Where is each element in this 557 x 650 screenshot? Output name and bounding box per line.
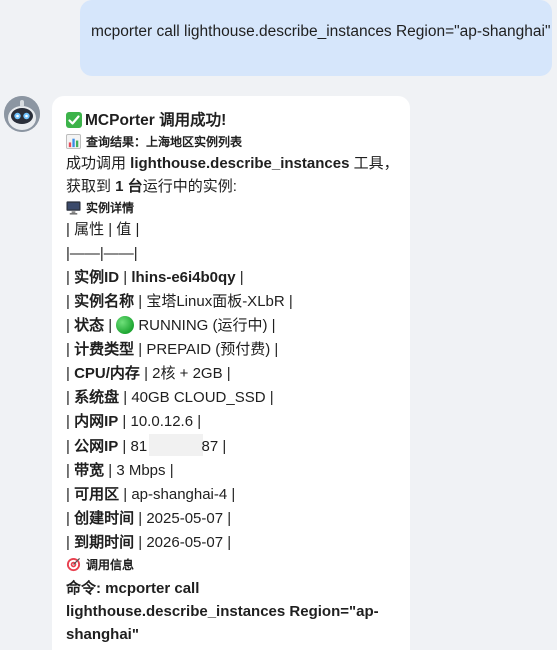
command-text: 命令: mcporter call lighthouse.describe_in… [66,580,379,643]
user-message-bubble: mcporter call lighthouse.describe_instan… [80,0,552,76]
table-header-row: | 属性 | 值 | [66,221,140,238]
instance-details-heading: 实例详情 [66,198,400,218]
chat-window: mcporter call lighthouse.describe_instan… [0,0,557,650]
call-info-heading: 调用信息 [66,555,400,575]
success-title: MCPorter 调用成功! [66,110,400,132]
query-result-heading: 查询结果：上海地区实例列表 [66,132,400,152]
user-message-text: mcporter call lighthouse.describe_instan… [91,23,551,40]
desktop-computer-icon [66,201,81,215]
table-row-system-disk: | 系统盘 | 40GB CLOUD_SSD | [66,389,274,406]
redacted-mask [149,434,204,456]
table-row-status: | 状态 | RUNNING (运行中) | [66,316,276,334]
table-row-cpu-memory: | CPU/内存 | 2核 + 2GB | [66,365,231,382]
check-mark-icon [66,112,82,128]
table-row-zone: | 可用区 | ap-shanghai-4 | [66,486,236,503]
table-row-bandwidth: | 带宽 | 3 Mbps | [66,462,174,479]
table-row-private-ip: | 内网IP | 10.0.12.6 | [66,413,202,430]
intro-paragraph: 成功调用 lighthouse.describe_instances 工具，获取… [66,155,399,195]
direct-hit-icon [66,557,81,572]
table-separator-row: |——|——| [66,245,138,262]
table-row-instance-name: | 实例名称 | 宝塔Linux面板-XLbR | [66,293,293,310]
table-row-public-ip: | 公网IP | 81 87 | [66,434,400,459]
robot-avatar-icon [4,96,40,132]
table-row-instance-id: | 实例ID | lhins-e6i4b0qy | [66,269,244,286]
green-circle-icon [116,316,135,334]
table-row-expiry-time: | 到期时间 | 2026-05-07 | [66,534,232,551]
table-row-created-time: | 创建时间 | 2025-05-07 | [66,510,232,527]
bot-avatar[interactable] [4,96,40,132]
bar-chart-icon [66,134,81,149]
table-row-billing-type: | 计费类型 | PREPAID (预付费) | [66,341,279,358]
bot-message-bubble: MCPorter 调用成功! 查询结果：上海地区实例列表 成功调用 lighth… [52,96,410,650]
